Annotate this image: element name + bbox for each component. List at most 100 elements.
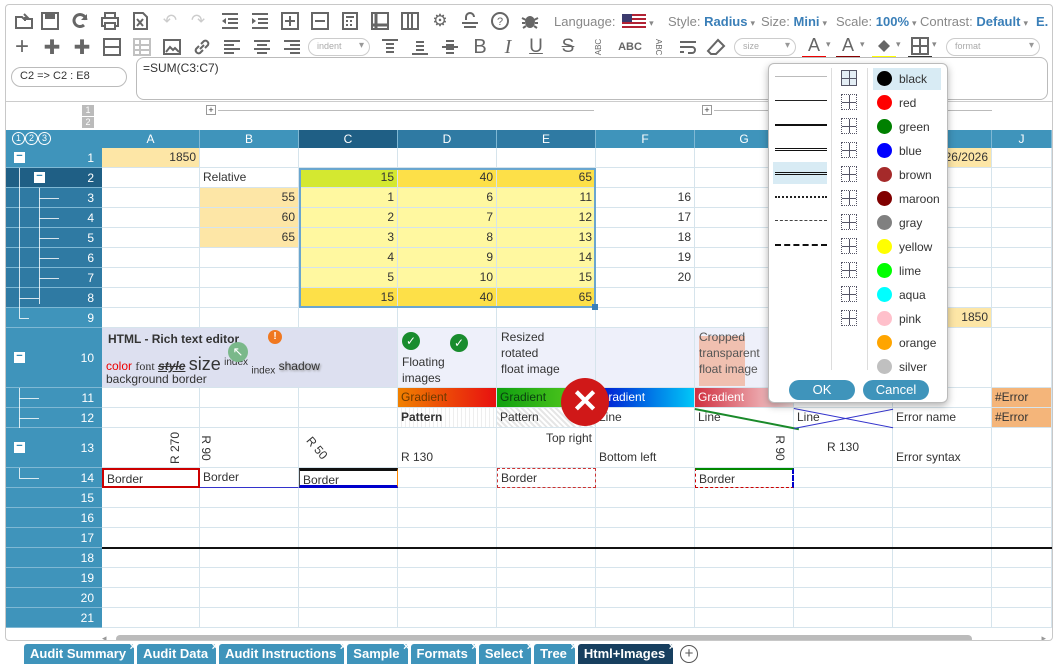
grid-cell[interactable] [497,528,596,548]
line-style-option[interactable] [775,196,827,198]
grid-cell[interactable] [299,488,398,508]
grid-cell[interactable] [893,508,992,528]
line-style-option[interactable] [775,100,827,101]
cell-F7[interactable]: 20 [596,268,695,288]
grid-cell[interactable] [596,288,695,308]
scrollbar-thumb[interactable] [116,635,972,640]
color-option-black[interactable]: black [873,68,941,90]
color-option-yellow[interactable]: yellow [873,236,941,258]
cell-D12[interactable]: Pattern [398,408,497,428]
grid-cell[interactable] [695,488,794,508]
grid-cell[interactable] [102,488,200,508]
grid-cell[interactable] [596,168,695,188]
close-tab-icon[interactable]: × [340,641,346,653]
sheet-tab-0[interactable]: Audit Summary × [24,641,136,664]
grid-cell[interactable] [893,528,992,548]
row-group-toggle-10[interactable]: − [14,351,25,363]
grid-cell[interactable] [992,528,1052,548]
grid-cell[interactable] [299,528,398,548]
number-format-select[interactable]: format [946,38,1040,56]
border-style-icon[interactable] [841,262,857,278]
grid-cell[interactable] [596,488,695,508]
cell-F10[interactable] [596,328,695,388]
col-header-E[interactable]: E [497,130,596,148]
grid-cell[interactable] [695,508,794,528]
grid-cell[interactable] [695,568,794,588]
grid-cell[interactable] [200,508,299,528]
grid-cell[interactable] [992,288,1052,308]
grid-cell[interactable] [992,308,1052,328]
grid-cell[interactable] [299,308,398,328]
grid-cell[interactable] [398,608,497,628]
grid-cell[interactable] [398,468,497,488]
grid-cell[interactable] [299,608,398,628]
grid-cell[interactable] [596,308,695,328]
grid-cell[interactable] [299,568,398,588]
align-center-icon[interactable] [250,35,274,59]
sheet-tab-4[interactable]: Formats × [410,641,478,664]
grid-cell[interactable] [102,268,200,288]
insert-col-icon[interactable]: ✚ [70,35,94,59]
debug-icon[interactable] [518,9,542,33]
cell-D10[interactable]: ✓ ✓ Floating images [398,328,497,388]
grid-cell[interactable] [200,408,299,428]
indent-select[interactable]: indent [308,38,370,56]
grid-cell[interactable] [992,268,1052,288]
sheet-tab-2[interactable]: Audit Instructions × [219,641,346,664]
grid-cell[interactable] [695,588,794,608]
color-option-silver[interactable]: silver [873,356,941,378]
open-icon[interactable] [12,9,36,33]
col-group-toggle-1[interactable]: + [206,105,216,115]
line-style-option[interactable] [775,244,827,246]
fill-handle[interactable] [592,304,598,310]
fill-color-caret[interactable]: ▾ [896,39,901,50]
grid-cell[interactable] [596,528,695,548]
cell-D11[interactable]: Gradient [398,388,497,408]
row-header-16[interactable]: 16 [6,508,102,528]
cell-B5[interactable]: 65 [200,228,299,248]
grid-cell[interactable] [200,588,299,608]
grid-cell[interactable] [299,148,398,168]
grid-cell[interactable] [102,288,200,308]
row-header-20[interactable]: 20 [6,588,102,608]
cell-F5[interactable]: 18 [596,228,695,248]
cell-I13[interactable]: Error syntax [893,428,992,468]
cell-D13[interactable]: R 130 [398,428,497,468]
redo-icon[interactable]: ↷ [186,9,210,33]
ok-button[interactable]: OK [789,380,855,400]
contrast-selector[interactable]: Contrast: Default ▾ [920,14,1028,29]
color-option-brown[interactable]: brown [873,164,941,186]
insert-row-icon[interactable]: ✚ [40,35,64,59]
scale-selector[interactable]: Scale: 100% ▾ [836,14,917,29]
underline-icon[interactable]: U [524,35,548,59]
settings-icon[interactable]: ⚙ [428,9,452,33]
cell-A1[interactable]: 1850 [102,148,200,168]
row-header-17[interactable]: 17 [6,528,102,548]
close-tab-icon[interactable]: × [403,641,409,653]
grid-cell[interactable] [695,528,794,548]
cell-F13[interactable]: Bottom left [596,428,695,468]
text-outline-caret[interactable]: ▾ [860,39,865,50]
close-tab-icon[interactable]: × [471,641,477,653]
sheet-tab-5[interactable]: Select × [478,641,533,664]
grid-cell[interactable] [299,408,398,428]
cell-F4[interactable]: 17 [596,208,695,228]
row-level-2[interactable]: 2 [25,132,38,145]
cell-F12[interactable]: Line [596,408,695,428]
color-option-green[interactable]: green [873,116,941,138]
name-box[interactable]: C2 => C2 : E8 [11,67,127,87]
row-group-toggle-13[interactable]: − [14,441,25,453]
grid-cell[interactable] [992,588,1052,608]
grid-cell[interactable] [398,528,497,548]
col-header-J[interactable]: J [992,130,1052,148]
grid-cell[interactable] [596,548,695,568]
color-option-red[interactable]: red [873,92,941,114]
cell-F11[interactable]: Gradient [596,388,695,408]
grid-cell[interactable] [497,148,596,168]
grid-cell[interactable] [102,248,200,268]
row-header-15[interactable]: 15 [6,488,102,508]
cell-A14[interactable]: Border [102,468,200,488]
grid-cell[interactable] [398,548,497,568]
grid-corner[interactable]: 123 [6,130,102,148]
grid-cell[interactable] [992,148,1052,168]
